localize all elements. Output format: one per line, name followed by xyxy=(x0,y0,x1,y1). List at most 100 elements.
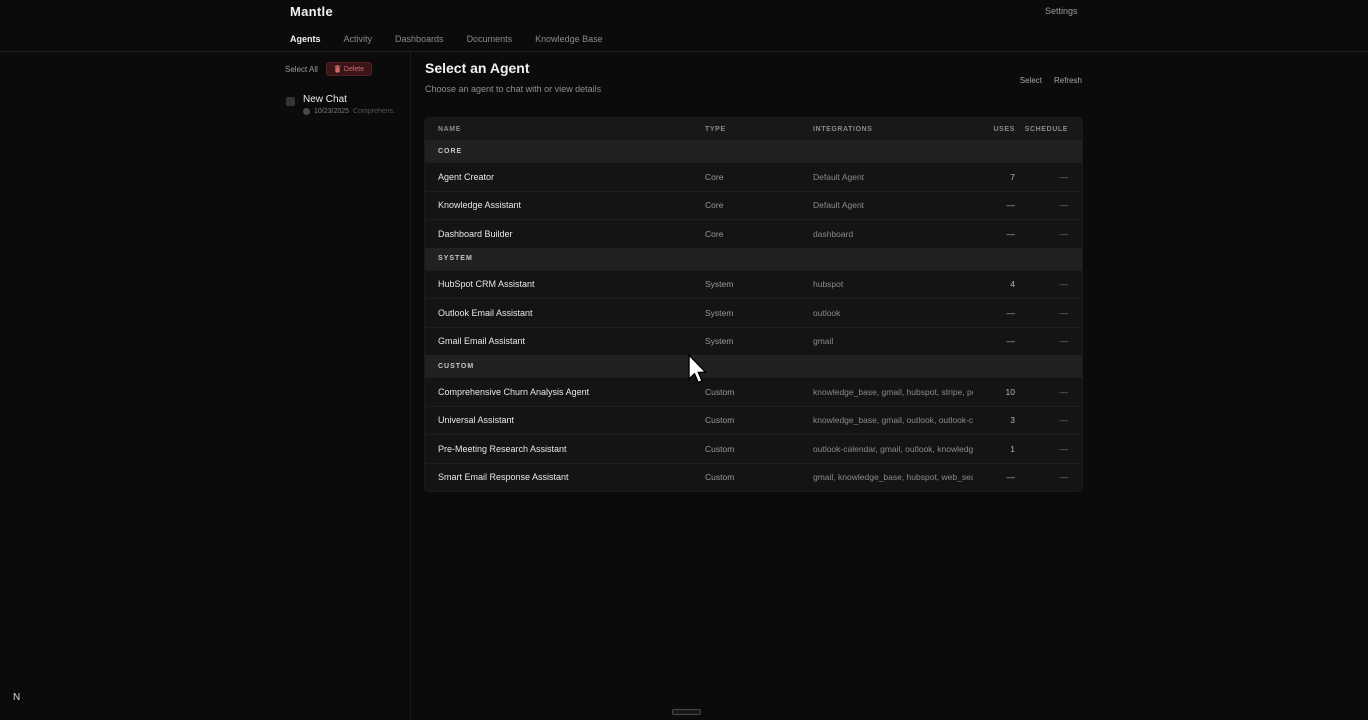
tab-activity[interactable]: Activity xyxy=(344,34,373,44)
cell-uses: 3 xyxy=(973,415,1015,425)
table-row[interactable]: HubSpot CRM AssistantSystemhubspot4— xyxy=(425,270,1082,299)
select-all-toggle[interactable]: Select All xyxy=(285,65,318,74)
tab-documents[interactable]: Documents xyxy=(467,34,513,44)
stray-text: N xyxy=(13,692,20,703)
cell-uses: 7 xyxy=(973,172,1015,182)
section-label: SYSTEM xyxy=(438,255,473,262)
page-title: Select an Agent xyxy=(425,60,530,76)
delete-button[interactable]: Delete xyxy=(326,62,372,76)
cell-uses: — xyxy=(973,200,1015,210)
column-header-integrations: INTEGRATIONS xyxy=(813,126,973,133)
sidebar-controls: Select All Delete xyxy=(285,62,410,76)
clock-icon xyxy=(303,108,310,115)
cell-integrations: gmail xyxy=(813,336,973,346)
table-actions: Select Refresh xyxy=(1020,76,1082,85)
cell-integrations: Default Agent xyxy=(813,200,973,210)
app-root: Mantle Settings Agents Activity Dashboards… xyxy=(0,0,1368,720)
table-row[interactable]: Dashboard BuilderCoredashboard—— xyxy=(425,219,1082,248)
cell-schedule: — xyxy=(1015,279,1068,289)
cell-schedule: — xyxy=(1015,172,1068,182)
cell-type: System xyxy=(705,308,813,318)
cell-schedule: — xyxy=(1015,308,1068,318)
cell-type: Custom xyxy=(705,387,813,397)
agents-table: NAMETYPEINTEGRATIONSUSESSCHEDULE CORE Agen… xyxy=(425,118,1082,491)
cell-integrations: hubspot xyxy=(813,279,973,289)
column-header-name: NAME xyxy=(438,126,705,133)
cell-name: Smart Email Response Assistant xyxy=(438,472,705,482)
page-subtitle: Choose an agent to chat with or view det… xyxy=(425,84,601,94)
table-row[interactable]: Pre-Meeting Research AssistantCustomoutl… xyxy=(425,434,1082,463)
sidebar-divider xyxy=(410,52,411,720)
table-row[interactable]: Outlook Email AssistantSystemoutlook—— xyxy=(425,298,1082,327)
cell-type: Custom xyxy=(705,472,813,482)
table-row[interactable]: Knowledge AssistantCoreDefault Agent—— xyxy=(425,191,1082,220)
cell-integrations: dashboard xyxy=(813,229,973,239)
cell-type: System xyxy=(705,279,813,289)
cell-integrations: knowledge_base, gmail, outlook, outlook-… xyxy=(813,415,973,425)
cell-integrations: outlook-calendar, gmail, outlook, knowle… xyxy=(813,444,973,454)
column-header-type: TYPE xyxy=(705,126,813,133)
cell-integrations: knowledge_base, gmail, hubspot, stripe, … xyxy=(813,387,973,397)
top-bar: Mantle Settings xyxy=(0,0,1368,26)
cell-schedule: — xyxy=(1015,444,1068,454)
cell-uses: — xyxy=(973,472,1015,482)
cell-uses: 4 xyxy=(973,279,1015,289)
table-row[interactable]: Comprehensive Churn Analysis AgentCustom… xyxy=(425,377,1082,406)
cell-integrations: gmail, knowledge_base, hubspot, web_sea.… xyxy=(813,472,973,482)
column-header-schedule: SCHEDULE xyxy=(1015,126,1068,133)
cell-name: HubSpot CRM Assistant xyxy=(438,279,705,289)
cell-schedule: — xyxy=(1015,336,1068,346)
settings-link[interactable]: Settings xyxy=(1045,6,1078,16)
section-header-system: SYSTEM xyxy=(425,248,1082,270)
brand-logo[interactable]: Mantle xyxy=(290,4,333,19)
column-header-uses: USES xyxy=(973,126,1015,133)
cell-type: Custom xyxy=(705,444,813,454)
table-header-row: NAMETYPEINTEGRATIONSUSESSCHEDULE xyxy=(425,118,1082,140)
chat-title: New Chat xyxy=(303,94,410,105)
cell-schedule: — xyxy=(1015,200,1068,210)
cell-uses: 10 xyxy=(973,387,1015,397)
chat-date: 10/23/2025 xyxy=(314,108,349,115)
table-row[interactable]: Smart Email Response AssistantCustomgmai… xyxy=(425,463,1082,492)
cell-schedule: — xyxy=(1015,387,1068,397)
chat-meta: 10/23/2025 Comprehens... xyxy=(303,108,410,115)
bottom-drag-handle[interactable] xyxy=(672,709,701,715)
chat-list: New Chat 10/23/2025 Comprehens... xyxy=(280,94,410,115)
cell-uses: — xyxy=(973,308,1015,318)
cell-uses: — xyxy=(973,336,1015,346)
cell-name: Agent Creator xyxy=(438,172,705,182)
section-label: CUSTOM xyxy=(438,363,474,370)
cell-type: Core xyxy=(705,172,813,182)
cell-uses: — xyxy=(973,229,1015,239)
cell-name: Knowledge Assistant xyxy=(438,200,705,210)
cell-type: Core xyxy=(705,200,813,210)
chat-checkbox[interactable] xyxy=(286,97,295,106)
cell-type: Custom xyxy=(705,415,813,425)
section-label: CORE xyxy=(438,148,462,155)
chat-tag: Comprehens... xyxy=(353,108,395,115)
primary-nav: Agents Activity Dashboards Documents Knowled… xyxy=(0,26,1368,52)
cell-name: Universal Assistant xyxy=(438,415,705,425)
chat-list-item[interactable]: New Chat 10/23/2025 Comprehens... xyxy=(286,94,410,115)
section-header-custom: CUSTOM xyxy=(425,355,1082,377)
cell-name: Dashboard Builder xyxy=(438,229,705,239)
cell-name: Comprehensive Churn Analysis Agent xyxy=(438,387,705,397)
cell-name: Pre-Meeting Research Assistant xyxy=(438,444,705,454)
cell-name: Outlook Email Assistant xyxy=(438,308,705,318)
tab-agents[interactable]: Agents xyxy=(290,34,321,44)
refresh-button[interactable]: Refresh xyxy=(1054,76,1082,85)
chat-sidebar: Select All Delete New Chat 10/23/2025 Comp… xyxy=(280,52,410,115)
cell-integrations: outlook xyxy=(813,308,973,318)
cell-schedule: — xyxy=(1015,472,1068,482)
select-button[interactable]: Select xyxy=(1020,76,1042,85)
tab-knowledge-base[interactable]: Knowledge Base xyxy=(535,34,603,44)
table-row[interactable]: Agent CreatorCoreDefault Agent7— xyxy=(425,162,1082,191)
table-row[interactable]: Gmail Email AssistantSystemgmail—— xyxy=(425,327,1082,356)
section-header-core: CORE xyxy=(425,140,1082,162)
cell-type: Core xyxy=(705,229,813,239)
cell-type: System xyxy=(705,336,813,346)
cell-schedule: — xyxy=(1015,415,1068,425)
table-row[interactable]: Universal AssistantCustomknowledge_base,… xyxy=(425,406,1082,435)
trash-icon xyxy=(334,65,341,73)
tab-dashboards[interactable]: Dashboards xyxy=(395,34,444,44)
